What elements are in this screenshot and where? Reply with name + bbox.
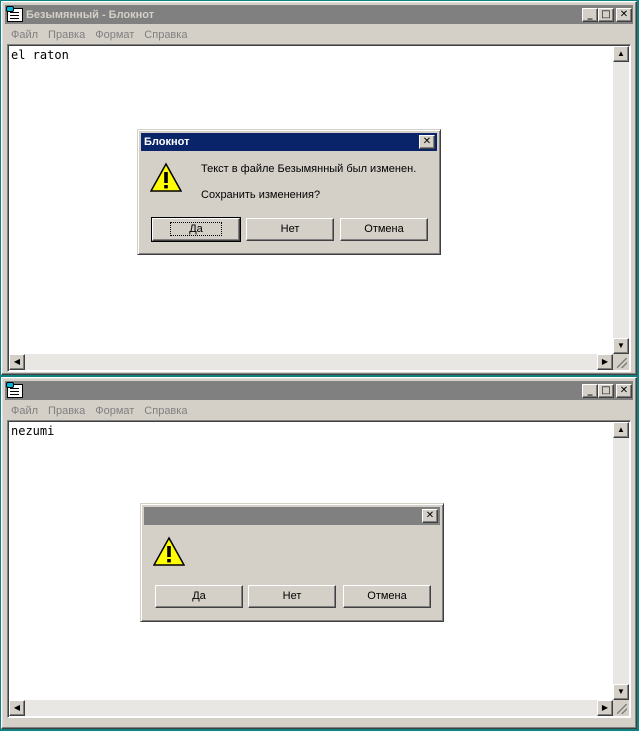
title-bar[interactable]: _ □ ✕ [5,381,633,400]
menu-edit[interactable]: Правка [43,405,90,417]
dialog-close-button[interactable]: ✕ [419,135,435,149]
maximize-icon: □ [601,384,611,396]
yes-button[interactable]: Да [151,217,241,242]
cancel-button[interactable]: Отмена [343,585,431,608]
dialog-message-line1: Текст в файле Безымянный был изменен. [201,163,417,175]
dialog-title-bar[interactable]: ✕ [144,507,440,525]
editor-text[interactable]: el raton [11,48,69,62]
window-title: Безымянный - Блокнот [26,8,155,21]
horizontal-scrollbar[interactable]: ◀ ▶ [9,354,613,370]
close-button[interactable]: ✕ [616,383,632,398]
save-dialog: Блокнот ✕ Текст в файле Безымянный был и… [137,129,441,255]
scroll-down-button[interactable]: ▼ [613,684,629,700]
scroll-right-button[interactable]: ▶ [597,354,613,370]
vertical-scrollbar[interactable]: ▲ ▼ [613,46,629,354]
close-icon: ✕ [425,510,435,521]
editor-text[interactable]: nezumi [11,424,54,438]
menu-edit[interactable]: Правка [43,29,90,41]
close-icon: ✕ [619,8,629,20]
menu-file[interactable]: Файл [6,405,43,417]
menu-file[interactable]: Файл [6,29,43,41]
title-bar[interactable]: Безымянный - Блокнот _ □ ✕ [5,5,633,24]
menu-format[interactable]: Формат [90,29,139,41]
menu-bar: Файл Правка Формат Справка [6,402,632,420]
dialog-close-button[interactable]: ✕ [422,509,438,523]
resize-grip[interactable] [613,354,629,370]
no-button[interactable]: Нет [248,585,336,608]
maximize-button[interactable]: □ [598,7,614,22]
no-button[interactable]: Нет [246,218,334,241]
scroll-right-button[interactable]: ▶ [597,700,613,716]
save-dialog: ✕ Да Нет Отмена [140,503,444,622]
dialog-title: Блокнот [144,136,190,148]
horizontal-scrollbar[interactable]: ◀ ▶ [9,700,613,716]
menu-help[interactable]: Справка [139,29,192,41]
close-icon: ✕ [422,136,432,147]
warning-icon [153,536,185,566]
menu-format[interactable]: Формат [90,405,139,417]
maximize-icon: □ [601,8,611,20]
minimize-icon: _ [587,384,593,396]
cancel-button[interactable]: Отмена [340,218,428,241]
minimize-button[interactable]: _ [582,7,598,22]
menu-bar: Файл Правка Формат Справка [6,26,632,44]
notepad-icon[interactable] [6,381,23,398]
minimize-icon: _ [587,8,593,20]
vertical-scrollbar[interactable]: ▲ ▼ [613,422,629,700]
scroll-down-button[interactable]: ▼ [613,338,629,354]
close-button[interactable]: ✕ [616,7,632,22]
notepad-icon[interactable] [6,5,23,22]
resize-grip[interactable] [613,700,629,716]
warning-icon [150,162,182,192]
scroll-up-button[interactable]: ▲ [613,422,629,438]
dialog-title-bar[interactable]: Блокнот ✕ [141,133,437,151]
scroll-left-button[interactable]: ◀ [9,354,25,370]
close-icon: ✕ [619,384,629,396]
maximize-button[interactable]: □ [598,383,614,398]
yes-button[interactable]: Да [155,585,243,608]
minimize-button[interactable]: _ [582,383,598,398]
dialog-message-line2: Сохранить изменения? [201,189,321,201]
menu-help[interactable]: Справка [139,405,192,417]
scroll-up-button[interactable]: ▲ [613,46,629,62]
scroll-left-button[interactable]: ◀ [9,700,25,716]
